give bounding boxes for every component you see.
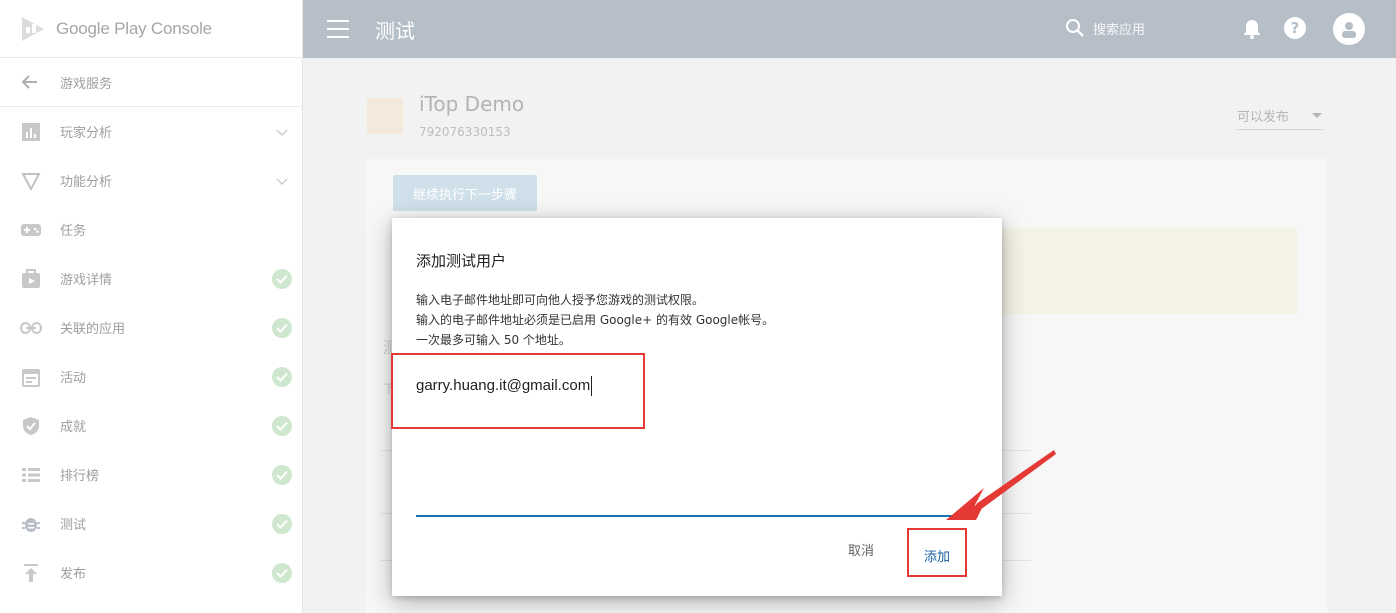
dialog-description-line: 输入的电子邮件地址必须是已启用 Google+ 的有效 Google帐号。 [416,313,775,327]
check-circle-icon [272,366,292,387]
shield-icon [20,415,42,437]
sidebar-back-game-services[interactable]: 游戏服务 [0,58,302,107]
top-app-bar: 测试 搜索应用 ? [303,0,1396,58]
sidebar-back-label: 游戏服务 [60,76,113,92]
account-avatar[interactable] [1333,13,1365,45]
sidebar-item-label: 测试 [60,518,87,533]
app-name: Google Play Console [56,18,212,38]
hamburger-menu-icon[interactable] [327,20,349,38]
search-icon [1066,19,1084,37]
dialog-description: 输入电子邮件地址即可向他人授予您游戏的测试权限。 输入的电子邮件地址必须是已启用… [416,290,774,350]
next-step-button[interactable]: 继续执行下一步骤 [393,175,537,211]
page-title: 测试 [375,18,415,43]
publish-status-dropdown[interactable]: 可以发布 [1237,102,1323,130]
sidebar-item-label: 发布 [60,567,87,582]
sidebar-item-label: 任务 [60,224,87,239]
notifications-bell-icon[interactable] [1243,19,1261,39]
bug-icon [20,513,42,535]
sidebar-item-label: 游戏详情 [60,273,113,288]
annotation-highlight-add-button [907,528,967,577]
game-id: 792076330153 [419,125,511,139]
game-details-icon [20,268,42,290]
bar-chart-icon [20,121,42,143]
app-logo[interactable]: Google Play Console [0,0,302,58]
check-circle-icon [272,268,292,289]
play-console-logo-icon [22,16,44,41]
cancel-button[interactable]: 取消 [840,536,882,563]
link-icon [20,317,42,339]
upload-icon [20,562,42,584]
sidebar: Google Play Console 游戏服务 玩家分析 功能分析 任务 游戏… [0,0,303,613]
textarea-underline [416,515,978,517]
help-icon[interactable]: ? [1284,17,1306,39]
publish-status-label: 可以发布 [1237,110,1290,125]
sidebar-item-quests[interactable]: 任务 [0,205,302,254]
sidebar-item-game-details[interactable]: 游戏详情 [0,254,302,303]
notice-banner [983,228,1297,314]
sidebar-item-publishing[interactable]: 发布 [0,548,302,597]
sidebar-item-label: 排行榜 [60,469,100,484]
sidebar-item-label: 活动 [60,371,87,386]
user-avatar-icon [1342,22,1356,38]
sidebar-item-events[interactable]: 活动 [0,352,302,401]
game-thumbnail [367,98,403,134]
chevron-down-icon[interactable] [272,122,292,142]
sidebar-item-label: 功能分析 [60,175,113,190]
arrow-back-icon [21,75,37,89]
dialog-description-line: 输入电子邮件地址即可向他人授予您游戏的测试权限。 [416,293,705,307]
gamepad-icon [20,219,42,241]
list-icon [20,464,42,486]
sidebar-item-linked-apps[interactable]: 关联的应用 [0,303,302,352]
check-circle-icon [272,464,292,485]
sidebar-item-label: 关联的应用 [60,322,126,337]
sidebar-item-label: 成就 [60,420,87,435]
funnel-icon [20,170,42,192]
sidebar-item-label: 玩家分析 [60,126,113,141]
dialog-description-line: 一次最多可输入 50 个地址。 [416,333,571,347]
sidebar-item-player-analytics[interactable]: 玩家分析 [0,107,302,156]
check-circle-icon [272,317,292,338]
sidebar-item-achievements[interactable]: 成就 [0,401,302,450]
annotation-arrow-icon [946,450,1056,520]
search-placeholder: 搜索应用 [1093,22,1146,38]
annotation-highlight-email [391,353,645,429]
sidebar-item-leaderboards[interactable]: 排行榜 [0,450,302,499]
calendar-icon [20,366,42,388]
dropdown-arrow-icon [1312,112,1322,118]
check-circle-icon [272,562,292,583]
sidebar-item-funnel-analytics[interactable]: 功能分析 [0,156,302,205]
dialog-title: 添加测试用户 [416,252,507,270]
check-circle-icon [272,513,292,534]
game-name: iTop Demo [419,92,525,116]
sidebar-item-testing[interactable]: 测试 [0,499,302,548]
search-box[interactable]: 搜索应用 [1065,18,1145,38]
chevron-down-icon[interactable] [272,171,292,191]
check-circle-icon [272,415,292,436]
